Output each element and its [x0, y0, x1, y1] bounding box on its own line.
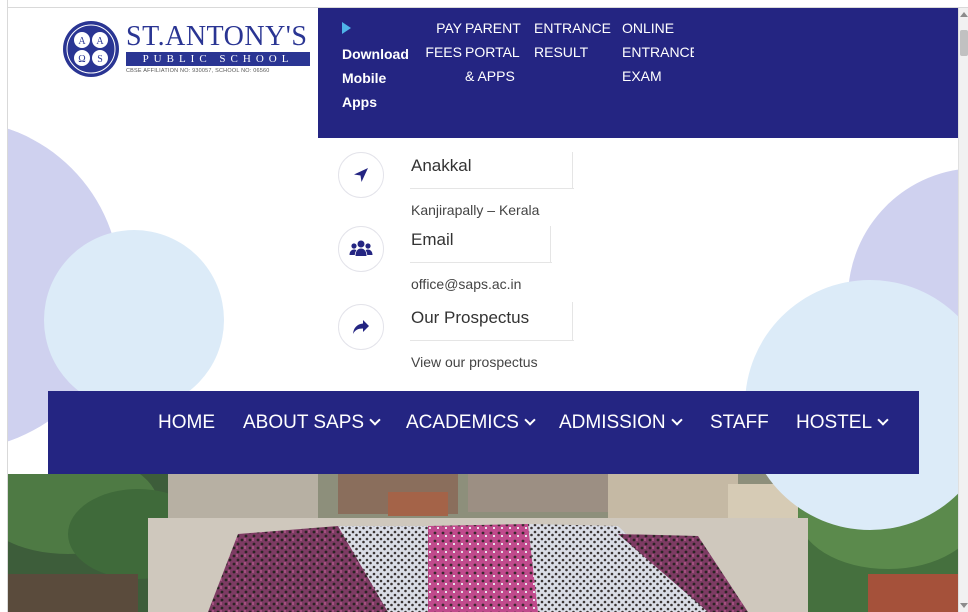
contact-decor-left-blue [44, 230, 224, 410]
school-emblem-icon: A A Ω S [63, 21, 119, 77]
nav-hostel-label: HOSTEL [796, 412, 873, 433]
prospectus-divider [410, 340, 574, 341]
nav-home[interactable]: HOME [158, 411, 215, 435]
location-subtitle: Kanjirapally – Kerala [411, 202, 540, 218]
chevron-down-icon [524, 414, 536, 426]
affiliation-text: CBSE AFFILIATION NO: 930057, SCHOOL NO: … [126, 68, 270, 74]
school-name: ST.ANTONY'S [126, 21, 308, 52]
online-entrance-exam-link[interactable]: ONLINE ENTRANCE EXAM [622, 16, 694, 88]
chevron-down-icon [670, 414, 683, 426]
entrance-result-line2: RESULT [534, 44, 589, 60]
chevron-down-icon [369, 414, 381, 426]
school-subtitle: PUBLIC SCHOOL [126, 52, 310, 66]
email-divider [410, 262, 552, 263]
window-top-edge [0, 0, 968, 8]
nav-hostel[interactable]: HOSTEL [796, 411, 889, 435]
prospectus-title: Our Prospectus [411, 308, 530, 327]
view-prospectus-link[interactable]: View our prospectus [411, 354, 538, 370]
location-arrow-icon [338, 152, 384, 198]
users-icon [338, 226, 384, 272]
nav-about-label: ABOUT SAPS [243, 412, 365, 433]
scrollbar-thumb[interactable] [960, 30, 968, 56]
window-left-edge [0, 0, 8, 612]
school-logo-link[interactable]: A A Ω S ST.ANTONY'S PUBLIC SCHOOL CBSE A… [62, 20, 322, 84]
nav-academics-label: ACADEMICS [406, 412, 519, 433]
contact-prospectus: Our Prospectus View our prospectus [338, 302, 588, 382]
nav-academics[interactable]: ACADEMICS [406, 411, 536, 435]
page-scrollbar[interactable] [958, 8, 968, 612]
nav-about-saps[interactable]: ABOUT SAPS [243, 411, 381, 435]
pay-fees-link[interactable]: PAY FEES [414, 16, 462, 64]
online-entrance-line2: ENTRANCE [622, 44, 694, 60]
entrance-result-link[interactable]: ENTRANCE RESULT [534, 16, 624, 64]
online-entrance-line3: EXAM [622, 68, 662, 84]
main-navigation: HOME ABOUT SAPS ACADEMICS ADMISSION STAF… [48, 391, 919, 474]
contact-info-section: Anakkal Kanjirapally – Kerala Email offi… [0, 120, 968, 530]
contact-location: Anakkal Kanjirapally – Kerala [338, 150, 588, 226]
parent-portal-link[interactable]: PARENT PORTAL & APPS [465, 16, 537, 88]
emblem-letter-4: S [97, 54, 103, 65]
nav-admission-label: ADMISSION [559, 412, 666, 433]
emblem-letter-3: Ω [78, 54, 85, 65]
pay-fees-line1: PAY [436, 20, 462, 36]
scroll-down-arrow-icon[interactable] [960, 603, 968, 608]
nav-staff-label: STAFF [710, 412, 769, 433]
play-store-icon [342, 22, 351, 34]
contact-email: Email office@saps.ac.in [338, 226, 588, 302]
share-arrow-icon [338, 304, 384, 350]
parent-portal-line2: PORTAL [465, 44, 520, 60]
email-vertical-divider [550, 226, 551, 262]
scroll-up-arrow-icon[interactable] [960, 12, 968, 17]
nav-staff[interactable]: STAFF [710, 411, 769, 435]
nav-admission[interactable]: ADMISSION [559, 411, 683, 435]
location-title: Anakkal [411, 156, 472, 175]
parent-portal-line3: & APPS [465, 68, 515, 84]
emblem-letter-2: A [96, 36, 104, 47]
entrance-result-line1: ENTRANCE [534, 20, 612, 36]
location-vertical-divider [572, 152, 573, 188]
emblem-letter-1: A [78, 36, 86, 47]
nav-home-label: HOME [158, 412, 215, 433]
email-title: Email [411, 230, 454, 249]
location-divider [410, 188, 574, 189]
download-label-line2: Mobile [342, 70, 387, 86]
chevron-down-icon [877, 414, 889, 426]
top-links-bar: Download Mobile Apps PAY FEES PARENT POR… [318, 8, 958, 138]
pay-fees-line2: FEES [425, 44, 462, 60]
browser-viewport: A A Ω S ST.ANTONY'S PUBLIC SCHOOL CBSE A… [0, 0, 968, 612]
download-label-line3: Apps [342, 94, 377, 110]
prospectus-vertical-divider [572, 302, 573, 340]
email-address-link[interactable]: office@saps.ac.in [411, 276, 521, 292]
online-entrance-line1: ONLINE [622, 20, 675, 36]
parent-portal-line1: PARENT [465, 20, 521, 36]
